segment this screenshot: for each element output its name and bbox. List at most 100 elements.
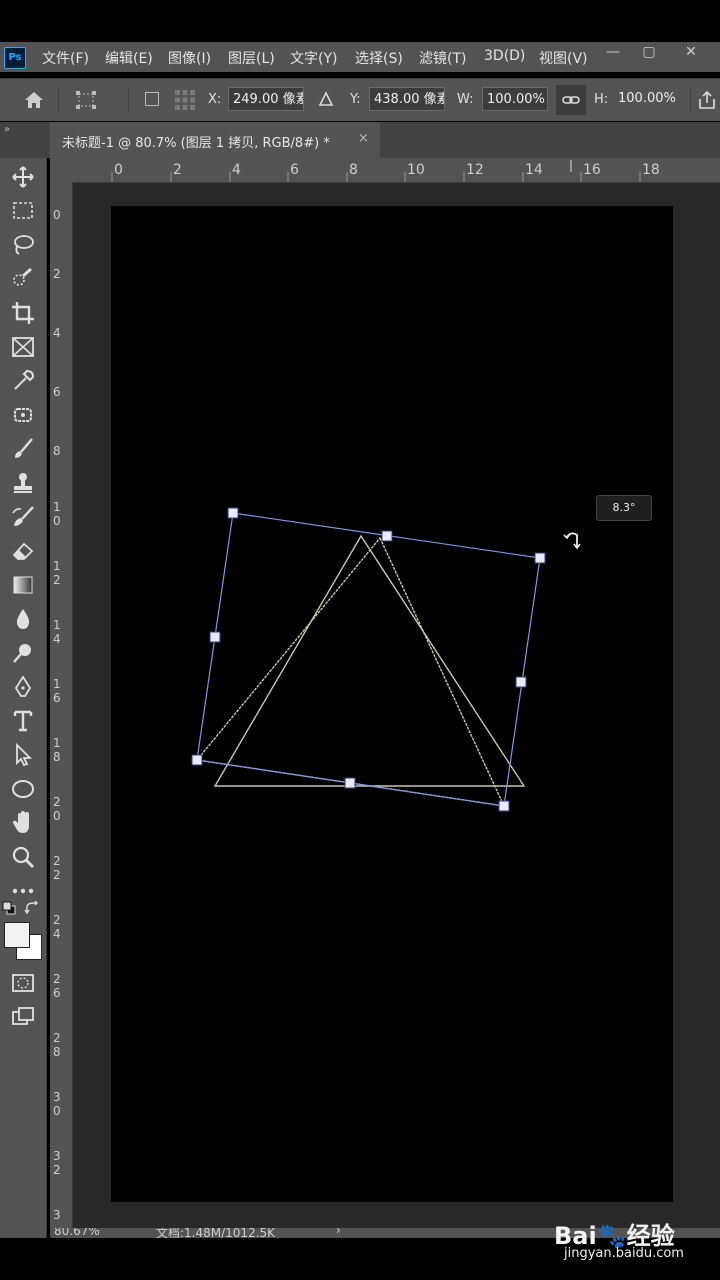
document-tab-title: 未标题-1 @ 80.7% (图层 1 拷贝, RGB/8#) * [62, 136, 330, 151]
ruler-v-label: 10 [53, 500, 61, 528]
menu-file[interactable]: 文件(F) [42, 48, 89, 68]
history-brush-icon[interactable] [10, 504, 36, 530]
x-label: X: [208, 92, 222, 107]
lasso-icon[interactable] [10, 232, 36, 258]
ruler-v-label: 24 [53, 913, 61, 941]
brush-icon[interactable] [10, 436, 36, 462]
dodge-icon[interactable] [10, 640, 36, 666]
pen-icon[interactable] [10, 674, 36, 700]
width-field[interactable]: 100.00% [482, 87, 548, 111]
ruler-h-label: 18 [642, 162, 660, 178]
ruler-h-label: 6 [290, 162, 299, 178]
ruler-h-label: 16 [583, 162, 601, 178]
reference-point-checkbox[interactable] [145, 92, 159, 106]
document-tab-bar: » 未标题-1 @ 80.7% (图层 1 拷贝, RGB/8#) * × [0, 122, 720, 158]
y-label: Y: [350, 92, 361, 107]
zoom-level[interactable]: 80.67% [54, 1228, 100, 1238]
link-icon[interactable] [556, 85, 586, 115]
reference-point-grid-icon[interactable] [174, 89, 196, 111]
home-icon[interactable] [22, 88, 46, 112]
close-window-button[interactable]: ✕ [676, 44, 706, 60]
menu-3d[interactable]: 3D(D) [484, 48, 525, 64]
menu-filter[interactable]: 滤镜(T) [419, 48, 466, 68]
share-icon[interactable] [696, 89, 718, 111]
menu-type[interactable]: 文字(Y) [290, 48, 337, 68]
ruler-v-label: 20 [53, 795, 61, 823]
ruler-v-label: 3 [53, 1208, 61, 1222]
ruler-v-label: 16 [53, 677, 61, 705]
options-bar: X: 249.00 像素 Y: 438.00 像素 W: 100.00% H: … [0, 78, 720, 121]
w-label: W: [457, 92, 474, 107]
menu-edit[interactable]: 编辑(E) [105, 48, 153, 68]
horizontal-ruler: 0 2 4 6 8 10 12 14 16 18 [50, 158, 720, 183]
menu-view[interactable]: 视图(V) [539, 48, 588, 68]
menu-bar: Ps 文件(F) 编辑(E) 图像(I) 图层(L) 文字(Y) 选择(S) 滤… [0, 42, 720, 72]
h-label: H: [594, 92, 609, 107]
blur-icon[interactable] [10, 606, 36, 632]
ruler-v-label: 8 [53, 444, 61, 458]
menu-layer[interactable]: 图层(L) [228, 48, 275, 68]
window-controls: — ▢ ✕ [596, 42, 720, 72]
frame-icon[interactable] [10, 334, 36, 360]
rotation-angle-badge: 8.3° [596, 495, 652, 521]
quick-mask-icon[interactable] [10, 970, 36, 996]
ellipse-icon[interactable] [10, 776, 36, 802]
hand-icon[interactable] [10, 810, 36, 836]
ruler-v-label: 18 [53, 736, 61, 764]
eraser-icon[interactable] [10, 538, 36, 564]
photoshop-window: Ps 文件(F) 编辑(E) 图像(I) 图层(L) 文字(Y) 选择(S) 滤… [0, 0, 720, 1280]
close-tab-icon[interactable]: × [358, 131, 369, 146]
document-canvas[interactable] [111, 206, 673, 1202]
ruler-v-label: 22 [53, 854, 61, 882]
type-icon[interactable] [10, 708, 36, 734]
delta-icon[interactable] [318, 91, 334, 107]
maximize-button[interactable]: ▢ [634, 44, 664, 60]
menu-image[interactable]: 图像(I) [168, 48, 211, 68]
menu-select[interactable]: 选择(S) [355, 48, 403, 68]
move-icon[interactable] [10, 164, 36, 190]
transform-tool-icon[interactable] [74, 89, 98, 111]
y-position-field[interactable]: 438.00 像素 [369, 87, 445, 111]
ruler-v-label: 6 [53, 385, 61, 399]
ruler-v-label: 14 [53, 618, 61, 646]
ruler-h-label: 12 [466, 162, 484, 178]
foreground-color-swatch[interactable] [4, 922, 30, 948]
status-menu-arrow[interactable]: › [336, 1228, 341, 1237]
ruler-v-label: 4 [53, 326, 61, 340]
quick-select-icon[interactable] [10, 266, 36, 292]
document-size: 文档:1.48M/1012.5K [156, 1228, 276, 1238]
healing-icon[interactable] [10, 402, 36, 428]
baidu-watermark: Bai🐾经验 jingyan.baidu.com [552, 1214, 720, 1270]
zoom-icon[interactable] [10, 844, 36, 870]
crop-icon[interactable] [10, 300, 36, 326]
minimize-button[interactable]: — [598, 44, 628, 60]
ruler-v-label: 32 [53, 1149, 61, 1177]
document-tab[interactable]: 未标题-1 @ 80.7% (图层 1 拷贝, RGB/8#) * × [50, 122, 380, 158]
marquee-icon[interactable] [10, 198, 36, 224]
ruler-v-label: 12 [53, 559, 61, 587]
screen-mode-icon[interactable] [10, 1004, 36, 1030]
height-field[interactable]: 100.00% [614, 87, 684, 111]
ruler-v-label: 2 [53, 267, 61, 281]
ruler-h-label: 14 [525, 162, 543, 178]
ps-logo: Ps [4, 47, 26, 69]
x-position-field[interactable]: 249.00 像素 [228, 87, 304, 111]
eyedropper-icon[interactable] [10, 368, 36, 394]
swap-colors-icon[interactable] [24, 900, 40, 915]
tool-panel [0, 158, 47, 1238]
gradient-icon[interactable] [10, 572, 36, 598]
ruler-v-label: 26 [53, 972, 61, 1000]
vertical-ruler: 0 2 4 6 8 10 12 14 16 18 20 22 24 26 28 … [50, 182, 73, 1228]
rotate-cursor-icon [563, 529, 585, 551]
ruler-h-label: 10 [407, 162, 425, 178]
stamp-icon[interactable] [10, 470, 36, 496]
ruler-v-label: 30 [53, 1090, 61, 1118]
collapse-panel-icon[interactable]: » [4, 124, 10, 135]
ruler-v-label: 0 [53, 208, 61, 222]
path-select-icon[interactable] [10, 742, 36, 768]
ruler-h-label: 0 [114, 162, 123, 178]
ruler-h-label: 2 [173, 162, 182, 178]
watermark-url: jingyan.baidu.com [564, 1246, 684, 1261]
ruler-h-label: 8 [349, 162, 358, 178]
default-colors-icon[interactable] [2, 900, 16, 915]
